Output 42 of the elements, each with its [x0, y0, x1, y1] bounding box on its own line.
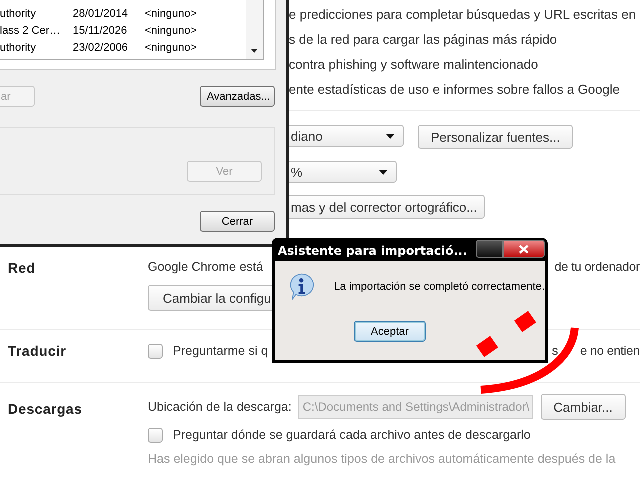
- change-button[interactable]: Cambiar...: [540, 394, 626, 420]
- network-description: de tu ordenador: [554, 260, 640, 274]
- checkbox-label: e no entien: [580, 344, 640, 358]
- window-control-button[interactable]: [476, 240, 503, 258]
- setting-text: s de la red para cargar las páginas más rápido: [289, 32, 558, 47]
- checkbox-label: Preguntar dónde se guardará cada archivo antes de descargarlo: [173, 428, 531, 442]
- table-cell-text: 15/11/2026: [73, 24, 128, 36]
- zoom-select[interactable]: %: [289, 161, 397, 183]
- network-description: Google Chrome está: [148, 260, 264, 274]
- setting-text: contra phishing y software malintencionado: [289, 57, 538, 72]
- checkbox[interactable]: [148, 344, 163, 358]
- advanced-button[interactable]: Avanzadas...: [200, 86, 275, 107]
- customize-fonts-button[interactable]: Personalizar fuentes...: [418, 125, 574, 149]
- table-cell-text: <ninguno>: [145, 24, 198, 36]
- table-cell-text: <ninguno>: [145, 42, 198, 54]
- table-cell-text: 23/02/2006: [73, 42, 130, 54]
- table-cell-text: lass 2 Cer…: [0, 24, 62, 36]
- dialog-message: La importación se completó correctamente.: [334, 281, 545, 293]
- accept-button[interactable]: Aceptar: [354, 321, 426, 342]
- setting-text: ente estadísticas de uso e informes sobre fallos a Google: [289, 82, 620, 97]
- table-cell-text: uthority: [0, 42, 38, 54]
- dropdown-arrow-icon: [386, 134, 395, 138]
- close-button[interactable]: [503, 240, 545, 258]
- section-label: Descargas: [7, 400, 84, 419]
- table-cell-text: uthority: [0, 8, 38, 20]
- languages-button[interactable]: mas y del corrector ortográfico...: [289, 195, 485, 219]
- checkbox-label: Preguntarme si q: [173, 344, 268, 358]
- dropdown-arrow-icon: [379, 170, 388, 174]
- auto-open-note: Has elegido que se abran algunos tipos de archivos automáticamente después de la: [148, 452, 616, 466]
- checkbox[interactable]: [148, 428, 163, 442]
- close-icon: [519, 244, 529, 254]
- table-cell-text: <ninguno>: [145, 8, 198, 20]
- scroll-down-icon[interactable]: [251, 49, 258, 53]
- download-location-label: Ubicación de la descarga:: [148, 400, 292, 414]
- checkbox-label: s: [552, 344, 558, 358]
- dialog-title: Asistente para importació...: [278, 244, 468, 258]
- setting-text: e predicciones para completar búsquedas y URL escritas en: [289, 7, 636, 22]
- table-cell-text: 28/01/2014: [73, 8, 130, 20]
- font-size-select[interactable]: diano: [289, 125, 404, 147]
- section-label: Traducir: [7, 342, 68, 361]
- section-label: Red: [7, 259, 37, 278]
- close-button[interactable]: Cerrar: [200, 211, 275, 232]
